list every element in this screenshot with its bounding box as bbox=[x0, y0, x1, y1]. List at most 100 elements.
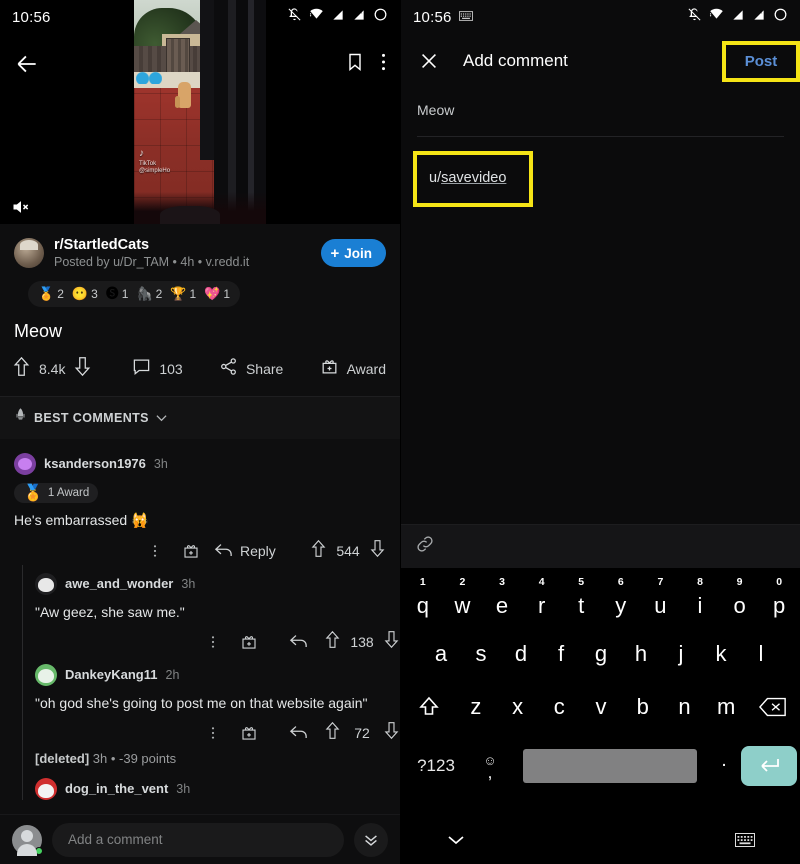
key-e[interactable]: 3e bbox=[482, 574, 522, 628]
close-icon[interactable] bbox=[417, 49, 441, 73]
comment-vote[interactable]: 138 bbox=[324, 630, 400, 654]
upvote-icon[interactable] bbox=[310, 539, 327, 563]
period-key[interactable]: . bbox=[707, 750, 741, 782]
back-arrow-icon[interactable] bbox=[14, 51, 40, 77]
share-group[interactable]: Share bbox=[219, 357, 283, 381]
deleted-comment[interactable]: [deleted] 3h • -39 points bbox=[35, 747, 400, 768]
comment[interactable]: ksanderson1976 3h 🏅 1 Award He's embarra… bbox=[0, 445, 400, 565]
comment-score: 138 bbox=[350, 633, 374, 650]
give-award-icon[interactable] bbox=[226, 633, 272, 651]
signal-x-icon: x bbox=[752, 8, 766, 27]
give-award-icon[interactable] bbox=[168, 542, 214, 560]
signal-icon bbox=[731, 8, 745, 27]
comma-key[interactable]: ☺ , bbox=[467, 754, 513, 781]
signal-icon bbox=[331, 8, 345, 27]
key-c[interactable]: c bbox=[538, 680, 580, 734]
key-d[interactable]: d bbox=[501, 628, 541, 680]
key-y[interactable]: 6y bbox=[601, 574, 641, 628]
overflow-menu-icon[interactable] bbox=[381, 52, 386, 77]
bookmark-icon[interactable] bbox=[345, 51, 365, 78]
comment-vote[interactable]: 72 bbox=[324, 721, 400, 745]
svg-text:x: x bbox=[360, 9, 363, 15]
comment[interactable]: DankeyKang11 2h "oh god she's going to p… bbox=[35, 656, 400, 747]
comment[interactable]: dog_in_the_vent 3h bbox=[35, 768, 400, 800]
downvote-icon[interactable] bbox=[383, 721, 400, 745]
comment-award-chip[interactable]: 🏅 1 Award bbox=[14, 482, 99, 503]
award-group[interactable]: Award bbox=[320, 357, 386, 381]
vote-group[interactable]: 8.4k bbox=[12, 356, 92, 382]
award-icon: 💖 bbox=[204, 286, 221, 302]
upvote-icon[interactable] bbox=[12, 356, 31, 382]
overflow-menu-icon[interactable] bbox=[142, 543, 168, 559]
upvote-icon[interactable] bbox=[324, 721, 341, 745]
avatar[interactable] bbox=[12, 824, 43, 856]
key-f[interactable]: f bbox=[541, 628, 581, 680]
downvote-icon[interactable] bbox=[383, 630, 400, 654]
reply-button[interactable]: Reply bbox=[214, 542, 310, 559]
enter-icon[interactable] bbox=[741, 746, 797, 786]
key-i[interactable]: 8i bbox=[680, 574, 720, 628]
awards-row[interactable]: 🏅 2 😶 3 🅢 1 🦍 2 🏆 1 💖 1 bbox=[28, 280, 241, 307]
key-p[interactable]: 0p bbox=[759, 574, 799, 628]
subreddit-avatar[interactable] bbox=[14, 238, 44, 269]
upvote-icon[interactable] bbox=[324, 630, 341, 654]
key-r[interactable]: 4r bbox=[522, 574, 562, 628]
shift-icon[interactable] bbox=[403, 680, 455, 734]
key-s[interactable]: s bbox=[461, 628, 501, 680]
reply-button[interactable] bbox=[272, 724, 324, 741]
key-v[interactable]: v bbox=[580, 680, 622, 734]
link-icon[interactable] bbox=[415, 534, 435, 559]
mute-toggle-icon[interactable] bbox=[10, 196, 32, 218]
post-button[interactable]: Post bbox=[745, 53, 778, 70]
avatar[interactable] bbox=[35, 663, 57, 686]
backspace-icon[interactable] bbox=[747, 680, 799, 734]
key-j[interactable]: j bbox=[661, 628, 701, 680]
key-l[interactable]: l bbox=[741, 628, 781, 680]
comment[interactable]: awe_and_wonder 3h "Aw geez, she saw me." bbox=[35, 565, 400, 656]
avatar[interactable] bbox=[35, 572, 57, 595]
key-o[interactable]: 9o bbox=[720, 574, 760, 628]
space-key[interactable] bbox=[523, 749, 697, 783]
downvote-icon[interactable] bbox=[73, 356, 92, 382]
keyboard-icon[interactable] bbox=[735, 832, 755, 852]
comment-author[interactable]: ksanderson1976 bbox=[44, 456, 146, 471]
key-z[interactable]: z bbox=[455, 680, 497, 734]
overflow-menu-icon[interactable] bbox=[200, 725, 226, 741]
post-byline: Posted by u/Dr_TAM • 4h • v.redd.it bbox=[54, 255, 250, 270]
comment-author[interactable]: DankeyKang11 bbox=[65, 667, 158, 682]
key-t[interactable]: 5t bbox=[561, 574, 601, 628]
comment-vote[interactable]: 544 bbox=[310, 539, 386, 563]
key-b[interactable]: b bbox=[622, 680, 664, 734]
chevron-down-icon[interactable] bbox=[447, 833, 465, 851]
key-n[interactable]: n bbox=[664, 680, 706, 734]
comments-group[interactable]: 103 bbox=[132, 357, 183, 381]
sort-selector[interactable]: BEST COMMENTS bbox=[0, 396, 400, 439]
comment-author[interactable]: awe_and_wonder bbox=[65, 576, 173, 591]
key-x[interactable]: x bbox=[497, 680, 539, 734]
comment-time: 3h bbox=[176, 781, 191, 796]
key-q[interactable]: 1q bbox=[403, 574, 443, 628]
key-h[interactable]: h bbox=[621, 628, 661, 680]
double-chevron-down-icon[interactable] bbox=[354, 822, 388, 857]
award-item: 🦍 2 bbox=[136, 286, 163, 302]
avatar[interactable] bbox=[14, 452, 36, 475]
key-g[interactable]: g bbox=[581, 628, 621, 680]
symbols-key[interactable]: ?123 bbox=[405, 756, 467, 776]
key-u[interactable]: 7u bbox=[641, 574, 681, 628]
key-a[interactable]: a bbox=[421, 628, 461, 680]
give-award-icon[interactable] bbox=[226, 724, 272, 742]
overflow-menu-icon[interactable] bbox=[200, 634, 226, 650]
key-m[interactable]: m bbox=[705, 680, 747, 734]
comment-body: "Aw geez, she saw me." bbox=[35, 603, 185, 620]
avatar[interactable] bbox=[35, 777, 57, 800]
comment-editor-input[interactable]: u/savevideo bbox=[429, 170, 506, 186]
comment-author[interactable]: dog_in_the_vent bbox=[65, 781, 168, 796]
key-k[interactable]: k bbox=[701, 628, 741, 680]
award-icon: 🏅 bbox=[23, 484, 43, 502]
join-button[interactable]: + Join bbox=[321, 239, 386, 268]
downvote-icon[interactable] bbox=[369, 539, 386, 563]
add-comment-input[interactable]: Add a comment bbox=[52, 822, 344, 857]
key-w[interactable]: 2w bbox=[443, 574, 483, 628]
reply-button[interactable] bbox=[272, 633, 324, 650]
subreddit-name[interactable]: r/StartledCats bbox=[54, 236, 249, 254]
